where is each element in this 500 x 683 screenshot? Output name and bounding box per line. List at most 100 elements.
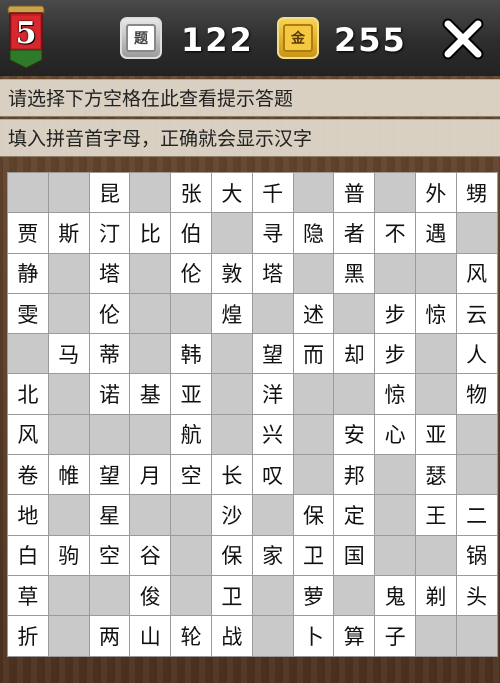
grid-cell[interactable]: 谷 xyxy=(129,534,171,575)
grid-cell[interactable]: 俊 xyxy=(129,574,171,616)
grid-cell[interactable]: 亚 xyxy=(170,373,211,414)
grid-cell[interactable]: 大 xyxy=(210,172,252,213)
grid-cell[interactable]: 空 xyxy=(170,454,211,495)
grid-cell[interactable]: 卷 xyxy=(7,454,48,495)
grid-blocked-cell xyxy=(414,615,456,656)
grid-cell[interactable]: 长 xyxy=(210,454,252,495)
grid-cell[interactable]: 基 xyxy=(129,373,171,414)
grid-cell[interactable]: 白 xyxy=(7,534,48,575)
hint-line-pinyin: 填入拼音首字母，正确就会显示汉字 xyxy=(0,119,500,157)
grid-cell[interactable]: 定 xyxy=(333,494,375,535)
grid-cell[interactable]: 伯 xyxy=(170,212,211,253)
grid-cell[interactable]: 人 xyxy=(455,333,497,374)
grid-cell[interactable]: 算 xyxy=(333,615,375,656)
grid-cell[interactable]: 比 xyxy=(129,212,171,253)
grid-cell[interactable]: 沙 xyxy=(210,494,252,535)
grid-cell[interactable]: 隐 xyxy=(292,212,334,253)
grid-cell[interactable]: 风 xyxy=(7,413,48,455)
grid-cell[interactable]: 剃 xyxy=(414,574,456,616)
grid-cell[interactable]: 草 xyxy=(7,574,48,616)
grid-cell[interactable]: 驹 xyxy=(47,534,89,575)
grid-cell[interactable]: 两 xyxy=(88,615,130,656)
grid-cell[interactable]: 洋 xyxy=(251,373,293,414)
grid-cell[interactable]: 瑟 xyxy=(414,454,456,495)
grid-cell[interactable]: 雯 xyxy=(7,292,48,334)
grid-cell[interactable]: 家 xyxy=(251,534,293,575)
grid-blocked-cell xyxy=(88,574,130,616)
grid-cell[interactable]: 塔 xyxy=(88,252,130,293)
grid-cell[interactable]: 头 xyxy=(455,574,497,616)
grid-cell[interactable]: 心 xyxy=(374,413,415,455)
grid-cell[interactable]: 叹 xyxy=(251,454,293,495)
grid-cell[interactable]: 步 xyxy=(374,333,415,374)
grid-cell[interactable]: 物 xyxy=(455,373,497,414)
grid-cell[interactable]: 亚 xyxy=(414,413,456,455)
grid-cell[interactable]: 述 xyxy=(292,292,334,334)
grid-cell[interactable]: 而 xyxy=(292,333,334,374)
grid-cell[interactable]: 子 xyxy=(374,615,415,656)
grid-cell[interactable]: 昆 xyxy=(88,172,130,213)
grid-cell[interactable]: 风 xyxy=(455,252,497,293)
grid-cell[interactable]: 卜 xyxy=(292,615,334,656)
grid-cell[interactable]: 张 xyxy=(170,172,211,213)
grid-cell[interactable]: 帷 xyxy=(47,454,89,495)
grid-cell[interactable]: 汀 xyxy=(88,212,130,253)
grid-cell[interactable]: 煌 xyxy=(210,292,252,334)
grid-blocked-cell xyxy=(455,454,497,495)
grid-cell[interactable]: 步 xyxy=(374,292,415,334)
grid-cell[interactable]: 山 xyxy=(129,615,171,656)
grid-cell[interactable]: 卫 xyxy=(210,574,252,616)
grid-cell[interactable]: 望 xyxy=(251,333,293,374)
grid-cell[interactable]: 伦 xyxy=(88,292,130,334)
grid-cell[interactable]: 航 xyxy=(170,413,211,455)
grid-cell[interactable]: 却 xyxy=(333,333,375,374)
grid-cell[interactable]: 望 xyxy=(88,454,130,495)
grid-cell[interactable]: 国 xyxy=(333,534,375,575)
grid-cell[interactable]: 斯 xyxy=(47,212,89,253)
grid-cell[interactable]: 者 xyxy=(333,212,375,253)
grid-cell[interactable]: 空 xyxy=(88,534,130,575)
grid-cell[interactable]: 马 xyxy=(47,333,89,374)
grid-cell[interactable]: 月 xyxy=(129,454,171,495)
grid-cell[interactable]: 兴 xyxy=(251,413,293,455)
grid-cell[interactable]: 星 xyxy=(88,494,130,535)
grid-cell[interactable]: 鬼 xyxy=(374,574,415,616)
grid-cell[interactable]: 不 xyxy=(374,212,415,253)
grid-cell[interactable]: 王 xyxy=(414,494,456,535)
grid-cell[interactable]: 千 xyxy=(251,172,293,213)
grid-cell[interactable]: 保 xyxy=(292,494,334,535)
grid-cell[interactable]: 甥 xyxy=(455,172,497,213)
grid-cell[interactable]: 安 xyxy=(333,413,375,455)
grid-cell[interactable]: 惊 xyxy=(374,373,415,414)
grid-cell[interactable]: 北 xyxy=(7,373,48,414)
gold-coin-icon: 金 xyxy=(277,17,319,59)
grid-cell[interactable]: 贾 xyxy=(7,212,48,253)
grid-cell[interactable]: 遇 xyxy=(414,212,456,253)
grid-cell[interactable]: 塔 xyxy=(251,252,293,293)
grid-cell[interactable]: 折 xyxy=(7,615,48,656)
grid-cell[interactable]: 静 xyxy=(7,252,48,293)
grid-cell[interactable]: 寻 xyxy=(251,212,293,253)
grid-cell[interactable]: 外 xyxy=(414,172,456,213)
grid-cell[interactable]: 邦 xyxy=(333,454,375,495)
grid-cell[interactable]: 二 xyxy=(455,494,497,535)
grid-cell[interactable]: 萝 xyxy=(292,574,334,616)
grid-cell[interactable]: 黑 xyxy=(333,252,375,293)
grid-cell[interactable]: 伦 xyxy=(170,252,211,293)
close-icon[interactable] xyxy=(440,16,486,62)
grid-cell[interactable]: 诺 xyxy=(88,373,130,414)
close-button[interactable] xyxy=(440,16,486,62)
grid-blocked-cell xyxy=(292,252,334,293)
grid-cell[interactable]: 卫 xyxy=(292,534,334,575)
grid-cell[interactable]: 敦 xyxy=(210,252,252,293)
grid-cell[interactable]: 保 xyxy=(210,534,252,575)
grid-cell[interactable]: 普 xyxy=(333,172,375,213)
grid-cell[interactable]: 惊 xyxy=(414,292,456,334)
grid-cell[interactable]: 地 xyxy=(7,494,48,535)
grid-cell[interactable]: 锅 xyxy=(455,534,497,575)
grid-cell[interactable]: 轮 xyxy=(170,615,211,656)
grid-cell[interactable]: 蒂 xyxy=(88,333,130,374)
grid-cell[interactable]: 云 xyxy=(455,292,497,334)
grid-cell[interactable]: 韩 xyxy=(170,333,211,374)
grid-cell[interactable]: 战 xyxy=(210,615,252,656)
